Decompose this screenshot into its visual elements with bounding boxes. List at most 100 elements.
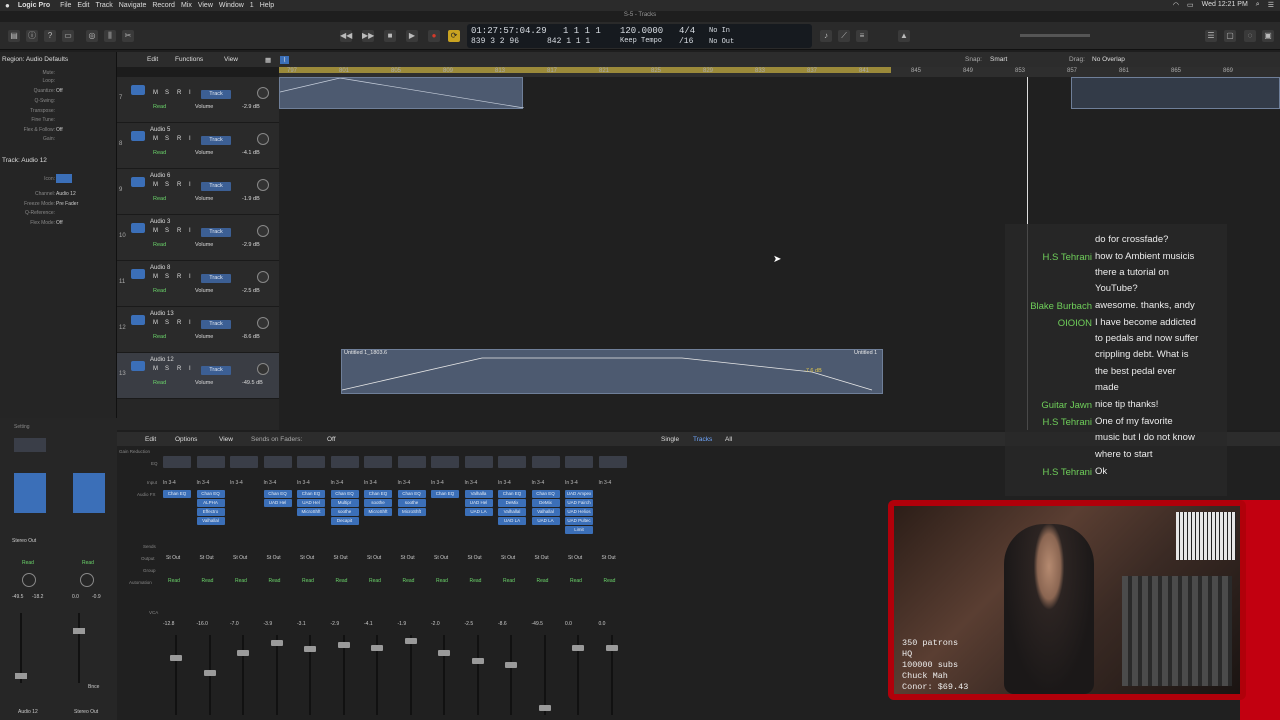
automation-value[interactable]: -2.5 dB (242, 288, 260, 294)
plugin-slot[interactable]: UAD Fairch (565, 499, 593, 507)
lcd-tempo[interactable]: 120.0000 (620, 26, 663, 36)
plugin-slot[interactable]: DeMix (498, 499, 526, 507)
solo-button[interactable]: S (165, 320, 169, 326)
strip-output[interactable]: St Out (267, 555, 281, 561)
automation-mode[interactable]: Read (153, 104, 166, 110)
plugin-slot[interactable]: soothe (330, 508, 359, 516)
waveform-icon[interactable] (131, 269, 145, 279)
record-enable-button[interactable]: R (177, 274, 181, 280)
automation-read-out[interactable]: Read (82, 560, 94, 566)
toolbar-icon[interactable]: ▭ (62, 30, 74, 42)
automation-value[interactable]: -49.5 dB (242, 380, 263, 386)
search-icon[interactable]: ⌕ (1256, 1, 1260, 9)
plugin-slot[interactable]: Limit (565, 526, 593, 534)
menu-help[interactable]: Help (260, 2, 274, 9)
strip-output[interactable]: St Out (602, 555, 616, 561)
fader-cap[interactable] (471, 658, 484, 664)
strip-automation[interactable]: Read (369, 578, 381, 584)
strip-output[interactable]: St Out (568, 555, 582, 561)
plugin-slot[interactable]: UAD LA (531, 517, 560, 525)
solo-button[interactable]: S (165, 136, 169, 142)
plugin-slot[interactable]: Chan EQ (498, 490, 526, 498)
automation-param[interactable]: Volume (195, 104, 213, 110)
plugin-slot[interactable]: Chan EQ (196, 490, 225, 498)
inspector-value[interactable]: Off (56, 127, 63, 133)
strip-automation[interactable]: Read (503, 578, 515, 584)
eq-thumbnail[interactable] (498, 456, 526, 468)
strip-input[interactable]: In 3-4 (364, 480, 377, 486)
track-name[interactable]: Audio 6 (150, 173, 170, 179)
tracks-view-menu[interactable]: View (224, 56, 238, 63)
menu-view[interactable]: View (198, 2, 213, 9)
audio-region[interactable] (279, 77, 525, 109)
input-monitor-button[interactable]: I (189, 90, 191, 96)
plugin-slot[interactable]: soothe (397, 499, 426, 507)
fader-cap[interactable] (337, 642, 350, 648)
strip-input[interactable]: In 3-4 (498, 480, 511, 486)
battery-icon[interactable]: ▭ (1187, 1, 1194, 9)
play-button[interactable]: ▶ (406, 30, 418, 42)
track-mode-button[interactable]: Track (201, 182, 231, 191)
record-enable-button[interactable]: R (177, 90, 181, 96)
eq-thumbnail[interactable] (598, 456, 627, 468)
eq-thumbnail[interactable] (397, 456, 426, 468)
track-name[interactable]: Audio 8 (150, 265, 170, 271)
pan-knob[interactable] (22, 573, 36, 587)
single-button[interactable]: Single (661, 436, 679, 443)
volume-knob[interactable] (257, 87, 269, 99)
strip-input[interactable]: In 3-4 (230, 480, 243, 486)
automation-mode[interactable]: Read (153, 196, 166, 202)
pan-knob-out[interactable] (80, 573, 94, 587)
input-monitor-button[interactable]: I (189, 182, 191, 188)
menu-navigate[interactable]: Navigate (119, 2, 147, 9)
strip-automation[interactable]: Read (269, 578, 281, 584)
plugin-slot[interactable]: Decapit (330, 517, 359, 525)
inspector-icon[interactable]: ⓘ (26, 30, 38, 42)
automation-read[interactable]: Read (22, 560, 34, 566)
strip-output[interactable]: St Out (233, 555, 247, 561)
strip-input[interactable]: In 3-4 (532, 480, 545, 486)
cycle-button[interactable]: ⟳ (448, 30, 460, 42)
eq-thumbnail[interactable] (14, 438, 46, 452)
menu-edit[interactable]: Edit (77, 2, 89, 9)
strip-automation[interactable]: Read (336, 578, 348, 584)
tracks-button[interactable]: Tracks (693, 436, 712, 443)
menu-file[interactable]: File (60, 2, 71, 9)
output-fx-slots[interactable] (73, 473, 105, 513)
solo-button[interactable]: S (165, 182, 169, 188)
master-volume-slider[interactable] (1020, 34, 1090, 37)
strip-automation[interactable]: Read (235, 578, 247, 584)
automation-param[interactable]: Volume (195, 242, 213, 248)
fader-cap[interactable] (438, 650, 450, 656)
eq-thumbnail[interactable] (431, 456, 459, 468)
automation-mode[interactable]: Read (153, 150, 166, 156)
strip-input[interactable]: In 3-4 (297, 480, 310, 486)
strip-input[interactable]: In 3-4 (398, 480, 411, 486)
track-header[interactable]: 11 Audio 8 M S R I Track Read Volume -2.5 dB (117, 261, 279, 307)
fader-cap[interactable] (371, 645, 383, 651)
eq-thumbnail[interactable] (230, 456, 258, 468)
plugin-slot[interactable]: ALPHA (196, 499, 225, 507)
inspector-value[interactable]: Audio 12 (56, 191, 76, 197)
cycle-region[interactable] (279, 67, 891, 73)
snap-select[interactable]: Smart (990, 56, 1007, 63)
strip-output[interactable]: St Out (300, 555, 314, 561)
track-name[interactable]: Audio 13 (150, 311, 174, 317)
automation-value[interactable]: -2.9 dB (242, 242, 260, 248)
track-name[interactable]: Audio 5 (150, 127, 170, 133)
lcd-signature[interactable]: 4/4 (679, 26, 695, 36)
volume-automation[interactable] (342, 350, 884, 395)
automation-value[interactable]: -2.9 dB (242, 104, 260, 110)
mute-button[interactable]: M (153, 228, 158, 234)
automation-value[interactable]: -8.6 dB (242, 334, 260, 340)
plugin-slot[interactable]: Chan EQ (431, 490, 459, 498)
plugin-slot[interactable]: Chan EQ (364, 490, 392, 498)
mute-button[interactable]: M (153, 320, 158, 326)
mixer-options-menu[interactable]: Options (175, 436, 197, 443)
all-button[interactable]: All (725, 436, 732, 443)
track-mode-button[interactable]: Track (201, 274, 231, 283)
plugin-slot[interactable]: MicroShft (397, 508, 426, 516)
mixer-view-menu[interactable]: View (219, 436, 233, 443)
audio-region[interactable] (1071, 77, 1280, 109)
strip-input[interactable]: In 3-4 (599, 480, 612, 486)
